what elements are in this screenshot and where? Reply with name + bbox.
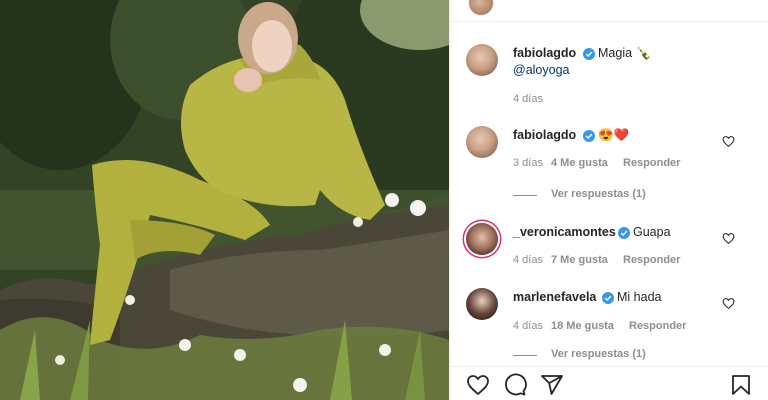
caption-username[interactable]: fabiolagdo bbox=[513, 46, 576, 60]
comment-text: 😍❤️ bbox=[598, 128, 630, 142]
comment-time: 4 días bbox=[513, 320, 543, 332]
comment-likes[interactable]: 7 Me gusta bbox=[551, 254, 608, 266]
post-photo[interactable] bbox=[0, 0, 449, 400]
caption-avatar[interactable] bbox=[466, 44, 498, 76]
paper-plane-icon[interactable] bbox=[540, 373, 564, 397]
comment-time: 3 días bbox=[513, 157, 543, 169]
post-header-strip bbox=[450, 0, 768, 22]
post-action-bar bbox=[450, 366, 768, 400]
heart-outline-icon[interactable] bbox=[466, 373, 490, 397]
comment-likes[interactable]: 4 Me gusta bbox=[551, 157, 608, 169]
comment-username[interactable]: fabiolagdo bbox=[513, 128, 576, 142]
view-replies-button[interactable]: Ver respuestas (1) bbox=[551, 348, 646, 360]
comment-time: 4 días bbox=[513, 254, 543, 266]
replies-divider bbox=[513, 355, 537, 356]
caption-text: Magia 🍾 bbox=[598, 46, 652, 60]
caption-time: 4 días bbox=[513, 93, 543, 105]
reply-button[interactable]: Responder bbox=[623, 157, 680, 169]
replies-divider bbox=[513, 195, 537, 196]
bookmark-icon[interactable] bbox=[729, 373, 753, 397]
comment-text: Mi hada bbox=[617, 290, 662, 304]
comment-likes[interactable]: 18 Me gusta bbox=[551, 320, 614, 332]
reply-button[interactable]: Responder bbox=[629, 320, 686, 332]
heart-outline-icon[interactable] bbox=[722, 232, 735, 245]
verified-badge-icon bbox=[618, 227, 630, 239]
heart-outline-icon[interactable] bbox=[722, 135, 735, 148]
view-replies-button[interactable]: Ver respuestas (1) bbox=[551, 188, 646, 200]
reply-button[interactable]: Responder bbox=[623, 254, 680, 266]
comment-avatar[interactable] bbox=[466, 126, 498, 158]
comment-avatar[interactable] bbox=[466, 223, 498, 255]
verified-badge-icon bbox=[583, 130, 595, 142]
verified-badge-icon bbox=[583, 48, 595, 60]
verified-badge-icon bbox=[602, 292, 614, 304]
comment-username[interactable]: _veronicamontes bbox=[513, 225, 616, 239]
comment-username[interactable]: marlenefavela bbox=[513, 290, 596, 304]
heart-outline-icon[interactable] bbox=[722, 297, 735, 310]
comment-avatar[interactable] bbox=[466, 288, 498, 320]
comment-bubble-icon[interactable] bbox=[503, 373, 527, 397]
comments-list[interactable]: fabiolagdo Magia 🍾 @aloyoga 4 días fabio… bbox=[450, 22, 768, 370]
comments-panel: fabiolagdo Magia 🍾 @aloyoga 4 días fabio… bbox=[449, 0, 768, 400]
caption-mention[interactable]: @aloyoga bbox=[513, 63, 569, 77]
post-photo-art bbox=[0, 0, 449, 400]
header-avatar[interactable] bbox=[468, 0, 494, 16]
comment-text: Guapa bbox=[633, 225, 671, 239]
